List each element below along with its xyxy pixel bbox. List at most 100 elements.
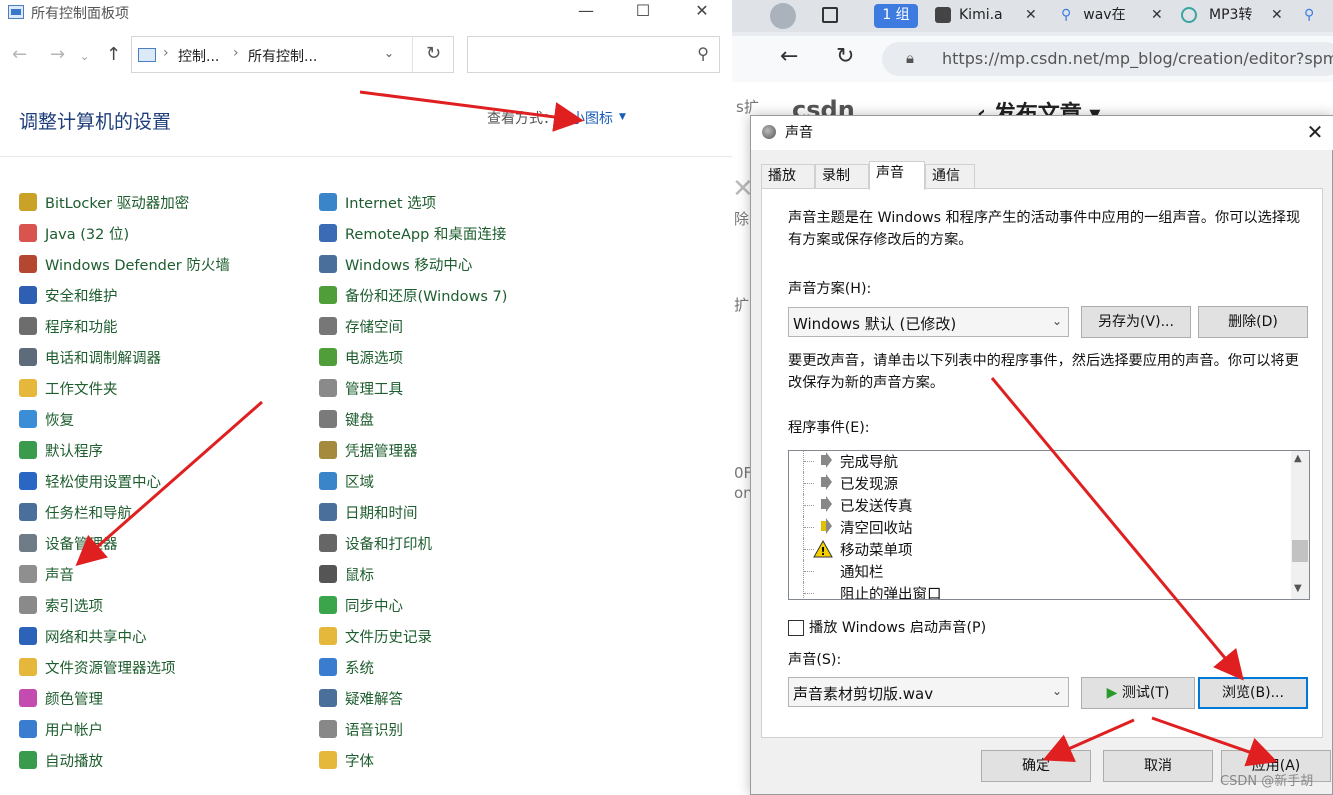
cp-item[interactable]: 网络和共享中心 [19,624,147,648]
event-item[interactable]: 清空回收站 [789,516,1284,538]
cp-item[interactable]: 默认程序 [19,438,103,462]
search-tab-icon[interactable]: ⚲ [1304,2,1333,30]
tab-wav[interactable]: ⚲ wav在 ✕ [1061,2,1169,30]
cp-item[interactable]: Windows Defender 防火墙 [19,252,230,276]
breadcrumb-chevron-icon[interactable]: › [233,45,239,61]
cp-item[interactable]: 颜色管理 [19,686,103,710]
tab-group-label[interactable]: 1 组 [874,4,918,28]
browse-button[interactable]: 浏览(B)... [1198,677,1308,709]
chevron-down-icon[interactable]: ⌄ [384,46,394,60]
cp-item[interactable]: RemoteApp 和桌面连接 [319,221,506,245]
cp-item[interactable]: 区域 [319,469,374,493]
delete-button[interactable]: 删除(D) [1198,306,1308,338]
search-input[interactable]: ⚲ [467,36,720,73]
sound-select[interactable]: 声音素材剪切版.wav ⌄ [788,677,1069,707]
cp-item[interactable]: 电源选项 [319,345,403,369]
play-startup-checkbox[interactable] [788,620,804,636]
cp-item-label: 声音 [45,567,74,584]
scroll-down-icon[interactable]: ▼ [1294,583,1302,594]
site-info-icon[interactable]: 🔒︎ [906,49,914,67]
cp-item[interactable]: 备份和还原(Windows 7) [319,283,507,307]
cp-item[interactable]: 疑难解答 [319,686,403,710]
cp-item[interactable]: 系统 [319,655,374,679]
tab-recording[interactable]: 录制 [815,164,869,189]
tab-actions-icon[interactable] [822,7,838,23]
cp-item[interactable]: 电话和调制解调器 [19,345,161,369]
tab-kimi[interactable]: Kimi.a ✕ [935,2,1043,30]
reload-icon[interactable]: ↻ [836,44,854,69]
event-item[interactable]: 已发送传真 [789,494,1284,516]
back-arrow-icon[interactable]: ← [780,44,798,69]
forward-arrow-icon[interactable]: → [50,44,65,65]
cp-item[interactable]: 恢复 [19,407,74,431]
programs-icon [19,317,37,335]
up-arrow-icon[interactable]: ↑ [106,44,121,65]
test-button[interactable]: ▶ 测试(T) [1081,677,1195,709]
cp-item[interactable]: 设备管理器 [19,531,118,555]
cp-item[interactable]: 日期和时间 [319,500,418,524]
events-scrollbar[interactable]: ▲ ▼ [1291,451,1309,599]
tab-close-icon[interactable]: ✕ [1271,2,1283,28]
tab-communications[interactable]: 通信 [925,164,975,189]
cp-item[interactable]: 程序和功能 [19,314,118,338]
address-bar[interactable]: › 控制... › 所有控制... ⌄ [131,36,454,73]
ok-button[interactable]: 确定 [981,750,1091,782]
cp-item[interactable]: 凭据管理器 [319,438,418,462]
sound-scheme-select[interactable]: Windows 默认 (已修改) ⌄ [788,307,1069,337]
event-item[interactable]: 已发现源 [789,472,1284,494]
refresh-icon[interactable]: ↻ [412,36,454,73]
view-by-dropdown[interactable]: 小图标 [571,108,613,128]
close-button[interactable]: ✕ [679,0,725,26]
tab-playback[interactable]: 播放 [761,164,815,189]
cp-item[interactable]: Internet 选项 [319,190,436,214]
cp-item[interactable]: 用户帐户 [19,717,103,741]
cp-item[interactable]: Java (32 位) [19,221,129,245]
tab-mp3[interactable]: MP3转 ✕ [1181,2,1289,30]
caret-down-icon[interactable]: ▼ [619,112,626,122]
cp-item[interactable]: 管理工具 [319,376,403,400]
cp-item[interactable]: 键盘 [319,407,374,431]
breadcrumb-chevron-icon[interactable]: › [163,45,169,61]
cp-item[interactable]: 文件历史记录 [319,624,432,648]
close-icon[interactable]: ✕ [1300,119,1330,147]
tab-close-icon[interactable]: ✕ [1151,2,1163,28]
cp-item[interactable]: 鼠标 [319,562,374,586]
tab-close-icon[interactable]: ✕ [1025,2,1037,28]
cp-item[interactable]: 字体 [319,748,374,772]
cp-item[interactable]: 轻松使用设置中心 [19,469,161,493]
event-item[interactable]: ! 移动菜单项 [789,538,1284,560]
cp-item[interactable]: 索引选项 [19,593,103,617]
cp-item[interactable]: 同步中心 [319,593,403,617]
breadcrumb-control-panel[interactable]: 控制... [178,46,219,66]
event-item[interactable]: 阻止的弹出窗口 [789,582,1284,599]
maximize-button[interactable]: ☐ [620,0,666,26]
url-bar[interactable]: 🔒︎ https://mp.csdn.net/mp_blog/creation/… [882,42,1333,76]
cp-item[interactable]: 工作文件夹 [19,376,118,400]
minimize-button[interactable]: — [563,0,609,26]
breadcrumb-all-items[interactable]: 所有控制... [248,46,317,66]
cp-item[interactable]: 声音 [19,562,74,586]
back-arrow-icon[interactable]: ← [12,44,27,65]
cancel-button[interactable]: 取消 [1103,750,1213,782]
cp-item[interactable]: 语音识别 [319,717,403,741]
cp-item[interactable]: 文件资源管理器选项 [19,655,176,679]
tab-sounds[interactable]: 声音 [869,161,925,190]
cp-item[interactable]: BitLocker 驱动器加密 [19,190,189,214]
cp-item[interactable]: 自动播放 [19,748,103,772]
url-text[interactable]: https://mp.csdn.net/mp_blog/creation/edi… [942,49,1333,68]
profile-avatar[interactable] [770,3,796,29]
cp-item[interactable]: 安全和维护 [19,283,118,307]
cp-item[interactable]: 设备和打印机 [319,531,432,555]
event-item[interactable]: 通知栏 [789,560,1284,582]
event-item[interactable]: 完成导航 [789,451,1284,472]
recent-dropdown-icon[interactable]: ⌄ [80,50,89,63]
scrollbar-thumb[interactable] [1292,540,1308,562]
program-events-list[interactable]: 完成导航 已发现源 已发送传真 清空回收站! 移动菜单项 通知栏 阻止的弹出窗口 ▲ ▼ [788,450,1310,600]
search-icon[interactable]: ⚲ [697,44,709,63]
cp-item-label: 文件历史记录 [345,629,432,646]
scroll-up-icon[interactable]: ▲ [1294,453,1302,464]
cp-item[interactable]: 存储空间 [319,314,403,338]
save-as-button[interactable]: 另存为(V)... [1081,306,1191,338]
cp-item[interactable]: 任务栏和导航 [19,500,132,524]
cp-item[interactable]: Windows 移动中心 [319,252,472,276]
